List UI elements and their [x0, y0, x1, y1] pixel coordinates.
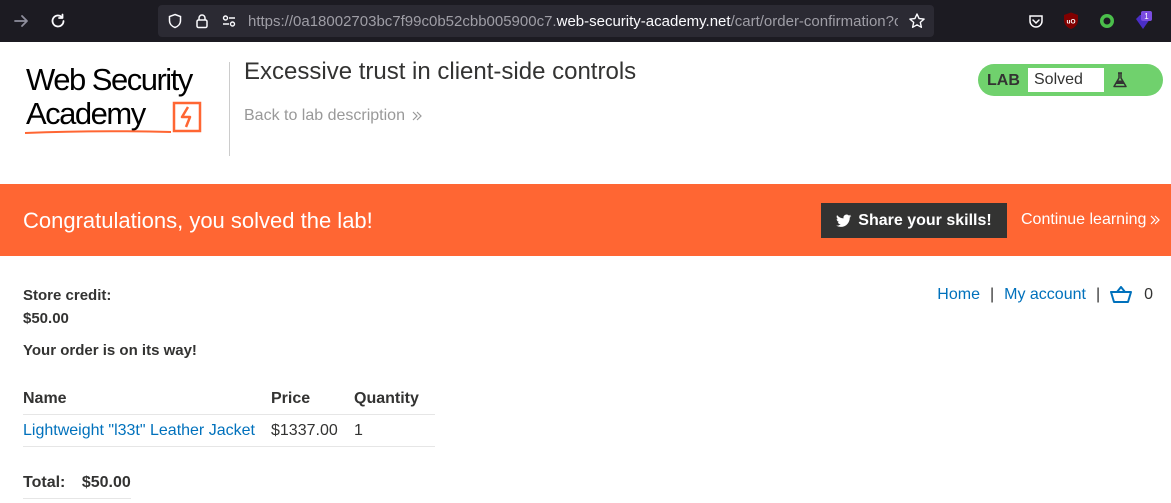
- order-confirmation-content: Store credit: $50.00 Your order is on it…: [0, 256, 1171, 503]
- logo-text-line2: Academy: [26, 96, 146, 131]
- lab-badge-status: Solved: [1027, 67, 1105, 93]
- bookmark-star-icon[interactable]: [908, 12, 926, 30]
- logo-bolt-icon: [172, 101, 202, 133]
- order-table: Name Price Quantity Lightweight "l33t" L…: [23, 386, 435, 447]
- nav-separator: |: [1095, 286, 1101, 303]
- nav-separator: |: [989, 286, 995, 303]
- url-path: /cart/order-confirmation?o: [730, 13, 898, 30]
- url-text: https://0a18002703bc7f99c0b52cbb005900c7…: [248, 13, 898, 30]
- product-price-cell: $1337.00: [271, 414, 354, 447]
- back-to-lab-label: Back to lab description: [244, 107, 405, 124]
- flask-icon: [1107, 67, 1133, 93]
- permissions-icon[interactable]: [220, 12, 238, 30]
- order-status-message: Your order is on its way!: [23, 342, 197, 359]
- extension-badge-icon[interactable]: 1: [1132, 10, 1154, 32]
- browser-toolbar: https://0a18002703bc7f99c0b52cbb005900c7…: [0, 0, 1171, 42]
- total-divider: [23, 498, 131, 499]
- lock-icon[interactable]: [193, 12, 211, 30]
- pocket-icon[interactable]: [1025, 10, 1047, 32]
- continue-learning-label: Continue learning: [1021, 211, 1147, 228]
- continue-learning-link[interactable]: Continue learning: [1021, 211, 1161, 229]
- product-name-cell: Lightweight "l33t" Leather Jacket: [23, 414, 271, 447]
- url-host: web-security-academy.net: [556, 13, 731, 30]
- url-bar[interactable]: https://0a18002703bc7f99c0b52cbb005900c7…: [158, 5, 934, 37]
- web-security-academy-logo[interactable]: Web Security Academy: [24, 62, 226, 136]
- column-header-name: Name: [23, 386, 271, 415]
- banner-title: Congratulations, you solved the lab!: [23, 208, 373, 233]
- product-link[interactable]: Lightweight "l33t" Leather Jacket: [23, 422, 255, 439]
- shield-icon[interactable]: [166, 12, 184, 30]
- my-account-link[interactable]: My account: [1004, 286, 1086, 304]
- header-divider: [229, 62, 230, 156]
- arrow-right-icon: [14, 15, 28, 27]
- extension-badge-count: 1: [1144, 12, 1149, 21]
- reload-icon: [51, 13, 65, 28]
- cart-count: 0: [1144, 286, 1153, 303]
- share-skills-label: Share your skills!: [858, 211, 992, 229]
- lab-title: Excessive trust in client-side controls: [244, 58, 637, 85]
- lab-badge-label: LAB: [987, 72, 1020, 89]
- top-nav-links: Home | My account | 0: [937, 286, 1153, 304]
- forward-button[interactable]: [10, 10, 32, 32]
- total-value: $50.00: [81, 474, 131, 491]
- home-link[interactable]: Home: [937, 286, 980, 304]
- store-credit-label: Store credit:: [23, 287, 112, 304]
- reload-button[interactable]: [47, 10, 69, 32]
- status-dot-icon[interactable]: [1096, 10, 1118, 32]
- twitter-icon: [836, 214, 852, 227]
- table-header-row: Name Price Quantity: [23, 386, 435, 415]
- back-to-lab-link[interactable]: Back to lab description: [244, 107, 423, 125]
- column-header-price: Price: [271, 386, 354, 415]
- logo-text-line1: Web Security: [26, 62, 193, 97]
- solved-banner: Congratulations, you solved the lab! Sha…: [0, 184, 1171, 256]
- share-skills-button[interactable]: Share your skills!: [821, 203, 1007, 238]
- ublock-icon[interactable]: uO: [1060, 10, 1082, 32]
- lab-status-badge: LAB Solved: [978, 64, 1163, 96]
- shopping-basket-icon: [1110, 286, 1133, 303]
- table-row: Lightweight "l33t" Leather Jacket $1337.…: [23, 414, 435, 447]
- double-chevron-right-icon: [1150, 215, 1161, 225]
- total-label: Total:: [23, 474, 66, 491]
- cart-link[interactable]: 0: [1110, 286, 1153, 304]
- logo-underline: [24, 130, 172, 134]
- double-chevron-right-icon: [412, 111, 422, 121]
- store-credit-value: $50.00: [23, 310, 69, 327]
- svg-text:uO: uO: [1066, 19, 1075, 26]
- order-total: Total: $50.00: [23, 474, 131, 492]
- product-quantity-cell: 1: [354, 414, 435, 447]
- academy-header: Web Security Academy Excessive trust in …: [0, 42, 1171, 184]
- column-header-quantity: Quantity: [354, 386, 435, 415]
- url-prefix: https://0a18002703bc7f99c0b52cbb005900c7…: [248, 13, 557, 30]
